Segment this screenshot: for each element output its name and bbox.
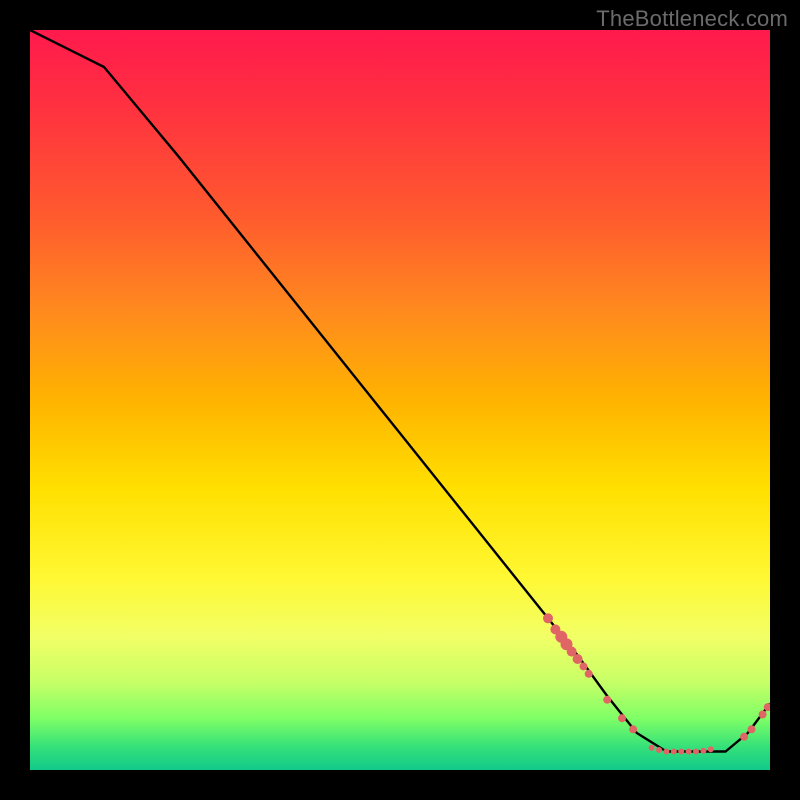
- data-marker: [629, 725, 637, 733]
- data-marker: [671, 749, 677, 755]
- curve-path: [30, 30, 770, 752]
- data-marker: [603, 696, 611, 704]
- chart-frame: TheBottleneck.com: [0, 0, 800, 800]
- watermark-text: TheBottleneck.com: [596, 6, 788, 32]
- data-marker: [585, 670, 593, 678]
- data-marker: [543, 613, 553, 623]
- data-marker: [748, 725, 756, 733]
- data-marker: [663, 749, 669, 755]
- plot-area: [30, 30, 770, 770]
- data-marker: [618, 714, 626, 722]
- data-marker: [708, 746, 714, 752]
- data-marker: [700, 748, 706, 754]
- curve-svg: [30, 30, 770, 770]
- data-marker: [740, 733, 748, 741]
- data-marker: [693, 749, 699, 755]
- data-marker: [686, 749, 692, 755]
- data-marker: [649, 745, 655, 751]
- data-marker: [656, 747, 662, 753]
- data-marker: [580, 662, 588, 670]
- data-marker: [573, 654, 583, 664]
- data-marker: [759, 711, 767, 719]
- data-marker: [678, 749, 684, 755]
- markers-group: [543, 613, 770, 754]
